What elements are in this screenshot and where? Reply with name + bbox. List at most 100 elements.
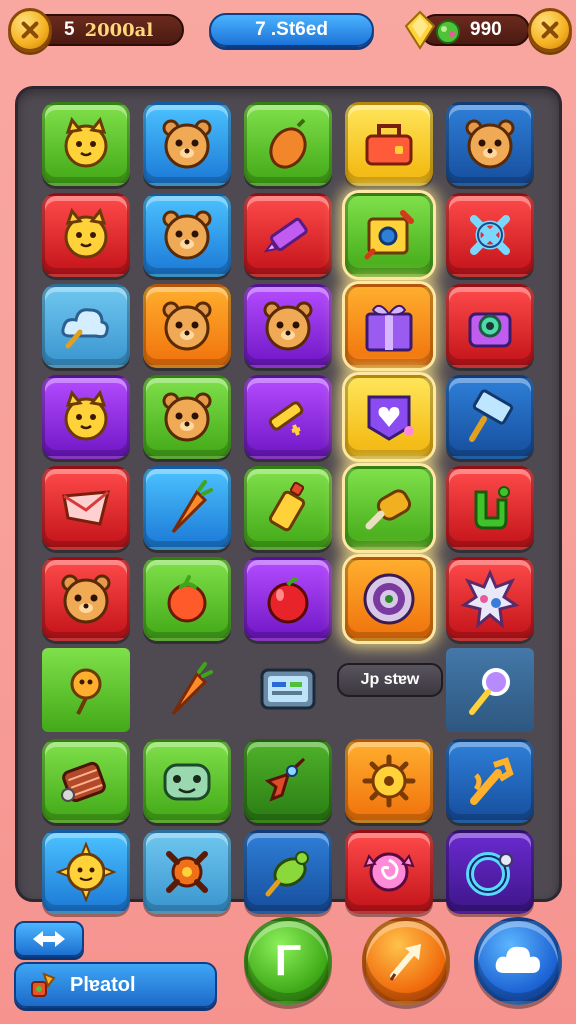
game-tile[interactable]: [345, 830, 433, 914]
close-icon: [541, 21, 559, 39]
inventory-bar[interactable]: Plɐatol: [14, 962, 217, 1008]
game-tile[interactable]: [42, 557, 130, 641]
game-tile[interactable]: [244, 739, 332, 823]
game-tile[interactable]: [345, 557, 433, 641]
frog-face-icon: [163, 763, 211, 801]
arrow-icon: [389, 944, 421, 981]
tomato-icon: [167, 575, 207, 623]
bear-face-icon: [61, 574, 111, 624]
game-tile[interactable]: [143, 193, 231, 277]
camera-icon: [468, 312, 512, 348]
game-tile[interactable]: [143, 102, 231, 186]
game-tile[interactable]: [143, 557, 231, 641]
game-tile[interactable]: [42, 284, 130, 368]
game-tile[interactable]: [345, 739, 433, 823]
game-tile[interactable]: [244, 193, 332, 277]
target-icon: [363, 573, 415, 625]
game-tile[interactable]: [244, 648, 332, 732]
bear-face-icon: [162, 301, 212, 351]
game-tile[interactable]: [42, 830, 130, 914]
gift-box-icon: [365, 304, 413, 352]
close-left-button[interactable]: [8, 8, 52, 52]
game-tile[interactable]: [244, 284, 332, 368]
game-tile[interactable]: [143, 739, 231, 823]
cloud-button[interactable]: [474, 917, 562, 1005]
bear-face-icon: [263, 301, 313, 351]
envelope-icon: [62, 490, 110, 526]
game-tile[interactable]: [446, 102, 534, 186]
bear-face-icon: [465, 119, 515, 169]
game-tile[interactable]: [143, 466, 231, 550]
acorn-icon: [269, 118, 307, 169]
splat-icon: [460, 569, 520, 629]
coin-gem-icon: [404, 10, 460, 50]
game-tile[interactable]: [244, 830, 332, 914]
sun-gear-icon: [362, 754, 416, 808]
cloud-icon: [495, 946, 540, 973]
game-tile[interactable]: [143, 375, 231, 459]
game-tile[interactable]: [244, 375, 332, 459]
toolbox-icon: [365, 124, 413, 166]
sun-face-icon: [55, 841, 117, 903]
game-tile[interactable]: [446, 193, 534, 277]
game-tile[interactable]: [446, 557, 534, 641]
lives-label: 2000al: [84, 19, 154, 41]
bottle-icon: [268, 481, 306, 532]
game-tile[interactable]: [143, 648, 231, 732]
candy-icon: [363, 852, 415, 892]
game-tile[interactable]: [42, 648, 130, 732]
rocket-icon: [264, 757, 306, 802]
boost-button[interactable]: [362, 917, 450, 1005]
game-tile[interactable]: [244, 102, 332, 186]
bolt-tool-icon: [365, 489, 412, 530]
game-tile[interactable]: [244, 466, 332, 550]
bear-face-icon: [162, 210, 212, 260]
game-tile[interactable]: [345, 466, 433, 550]
game-tile[interactable]: [446, 375, 534, 459]
game-tile[interactable]: [143, 284, 231, 368]
game-tile[interactable]: [244, 557, 332, 641]
play-button[interactable]: Γ: [244, 917, 332, 1005]
cat-face-icon: [64, 116, 108, 168]
close-right-button[interactable]: [528, 8, 572, 52]
game-tile[interactable]: [345, 284, 433, 368]
screen-icon: [260, 668, 316, 710]
game-tile[interactable]: [345, 375, 433, 459]
game-tile[interactable]: [446, 739, 534, 823]
swap-arrows-icon: [33, 931, 65, 947]
game-tile[interactable]: [446, 284, 534, 368]
heart-shield-icon: [367, 395, 414, 441]
crayon-icon: [263, 217, 308, 253]
swap-button[interactable]: [14, 921, 84, 957]
game-tile[interactable]: [446, 466, 534, 550]
close-icon: [21, 21, 39, 39]
game-tile[interactable]: [42, 739, 130, 823]
wrench-icon: [470, 757, 514, 805]
top-bar: 5 2000al 7 .St6ed 990: [0, 0, 576, 62]
game-tile[interactable]: [143, 830, 231, 914]
status-chip-label: Jp stɐw: [360, 671, 420, 688]
ring-icon: [466, 852, 513, 896]
bear-face-icon: [162, 392, 212, 442]
game-tile[interactable]: [446, 830, 534, 914]
key-icon: [268, 401, 304, 436]
status-chip: Jp stɐw: [337, 663, 443, 697]
bone-x-icon: [470, 215, 510, 255]
game-tile[interactable]: [42, 193, 130, 277]
game-tile[interactable]: [42, 375, 130, 459]
game-tile[interactable]: [42, 102, 130, 186]
game-tile[interactable]: [446, 648, 534, 732]
inventory-label: Plɐatol: [70, 973, 136, 996]
drum-icon: [61, 761, 106, 803]
tools-icon: [31, 972, 56, 997]
game-tile[interactable]: [345, 193, 433, 277]
lollipop-icon: [70, 668, 102, 715]
level-banner: 7 .St6ed: [209, 13, 374, 47]
game-tile[interactable]: [345, 102, 433, 186]
play-button-glyph: Γ: [274, 936, 302, 985]
hammer-icon: [469, 389, 514, 442]
cloud-key-icon: [61, 308, 109, 349]
cat-face-icon: [64, 389, 108, 441]
carrot-icon: [171, 480, 213, 534]
game-tile[interactable]: [42, 466, 130, 550]
